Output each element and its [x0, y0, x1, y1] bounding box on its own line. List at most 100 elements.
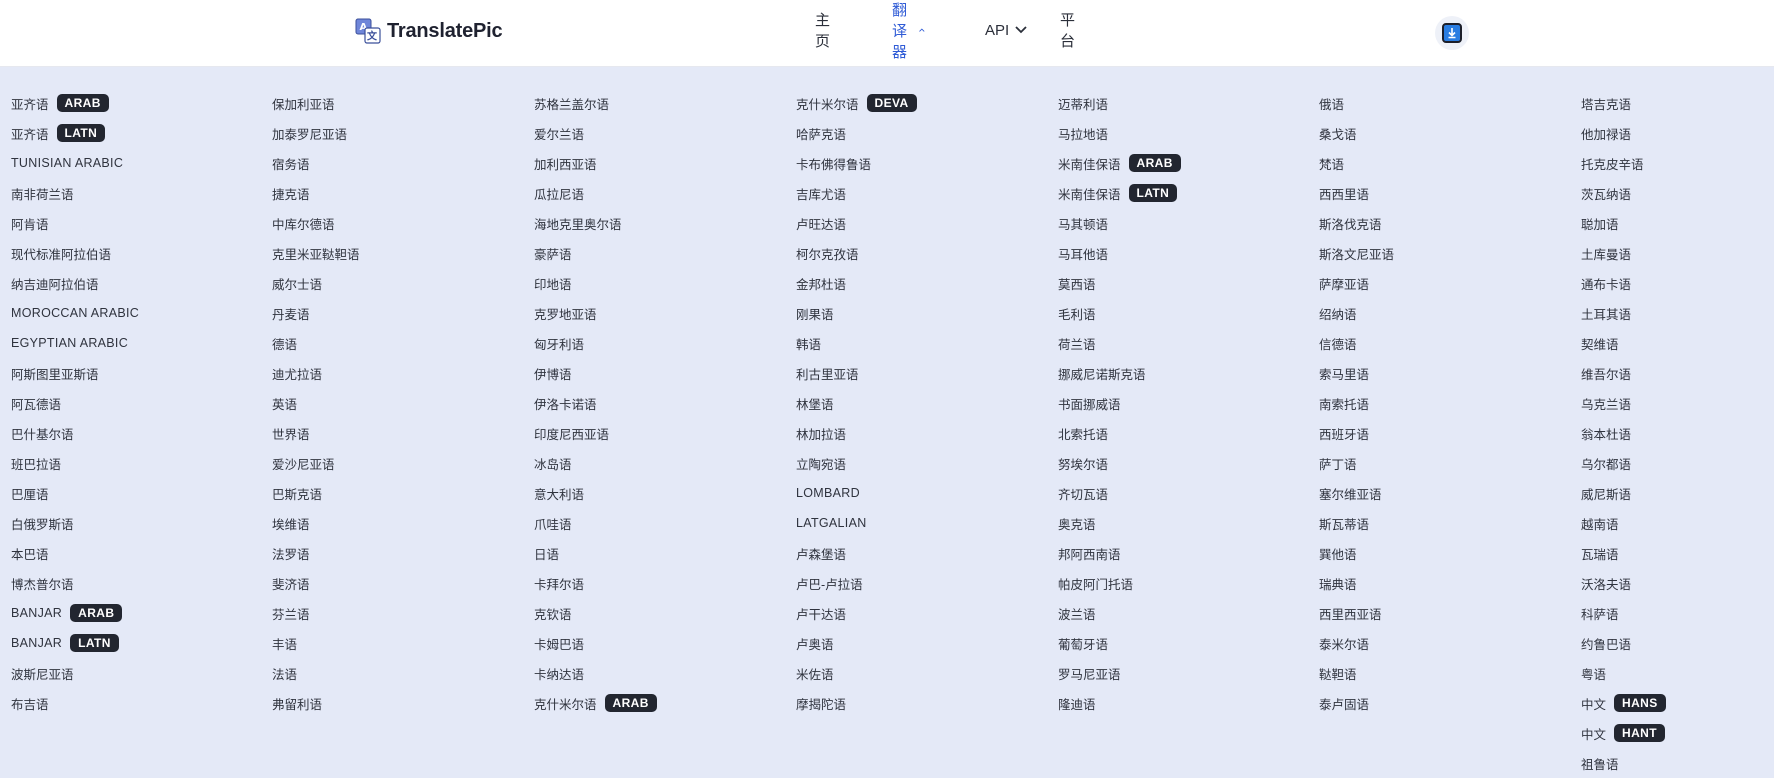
language-option[interactable]: 卡姆巴语	[534, 628, 657, 658]
language-option[interactable]: 萨丁语	[1319, 448, 1394, 478]
language-option[interactable]: 绍纳语	[1319, 298, 1394, 328]
language-option[interactable]: 斯洛伐克语	[1319, 208, 1394, 238]
language-option[interactable]: 卡布佛得鲁语	[796, 148, 917, 178]
language-option[interactable]: 加泰罗尼亚语	[272, 118, 360, 148]
language-option[interactable]: 努埃尔语	[1058, 448, 1181, 478]
language-option[interactable]: 塔吉克语	[1581, 88, 1666, 118]
nav-home[interactable]: 主页	[815, 9, 830, 51]
language-option[interactable]: 维吾尔语	[1581, 358, 1666, 388]
language-option[interactable]: 契维语	[1581, 328, 1666, 358]
language-option[interactable]: 克里米亚鞑靼语	[272, 238, 360, 268]
language-option[interactable]: 宿务语	[272, 148, 360, 178]
language-option[interactable]: 马拉地语	[1058, 118, 1181, 148]
language-option[interactable]: 英语	[272, 388, 360, 418]
language-option[interactable]: 白俄罗斯语	[11, 508, 139, 538]
language-option[interactable]: 信德语	[1319, 328, 1394, 358]
language-option[interactable]: 西里西亚语	[1319, 598, 1394, 628]
language-option[interactable]: 丹麦语	[272, 298, 360, 328]
language-option[interactable]: 翁本杜语	[1581, 418, 1666, 448]
language-option[interactable]: 俄语	[1319, 88, 1394, 118]
language-option[interactable]: 纳吉迪阿拉伯语	[11, 268, 139, 298]
language-option[interactable]: 布吉语	[11, 688, 139, 718]
language-option[interactable]: 法语	[272, 658, 360, 688]
language-option[interactable]: 卢巴-卢拉语	[796, 568, 917, 598]
language-option[interactable]: 爪哇语	[534, 508, 657, 538]
language-option[interactable]: 荷兰语	[1058, 328, 1181, 358]
language-option[interactable]: 本巴语	[11, 538, 139, 568]
language-option[interactable]: 匈牙利语	[534, 328, 657, 358]
language-option[interactable]: 邦阿西南语	[1058, 538, 1181, 568]
language-option[interactable]: 中库尔德语	[272, 208, 360, 238]
language-option[interactable]: 林堡语	[796, 388, 917, 418]
language-option[interactable]: 加利西亚语	[534, 148, 657, 178]
language-option[interactable]: 现代标准阿拉伯语	[11, 238, 139, 268]
language-option[interactable]: 刚果语	[796, 298, 917, 328]
language-option[interactable]: 法罗语	[272, 538, 360, 568]
language-option[interactable]: 立陶宛语	[796, 448, 917, 478]
language-option[interactable]: 南索托语	[1319, 388, 1394, 418]
language-option[interactable]: 保加利亚语	[272, 88, 360, 118]
language-option[interactable]: 林加拉语	[796, 418, 917, 448]
nav-platform[interactable]: 平台	[1060, 9, 1075, 51]
language-option[interactable]: 乌克兰语	[1581, 388, 1666, 418]
language-option[interactable]: 日语	[534, 538, 657, 568]
language-option[interactable]: 威尼斯语	[1581, 478, 1666, 508]
language-option[interactable]: 爱尔兰语	[534, 118, 657, 148]
language-option[interactable]: 米南佳保语 LATN	[1058, 178, 1181, 208]
language-option[interactable]: 印度尼西亚语	[534, 418, 657, 448]
language-option[interactable]: 伊博语	[534, 358, 657, 388]
language-option[interactable]: 梵语	[1319, 148, 1394, 178]
language-option[interactable]: 埃维语	[272, 508, 360, 538]
language-option[interactable]: 北索托语	[1058, 418, 1181, 448]
language-option[interactable]: 芬兰语	[272, 598, 360, 628]
language-option[interactable]: 南非荷兰语	[11, 178, 139, 208]
language-option[interactable]: 吉库尤语	[796, 178, 917, 208]
language-option[interactable]: 柯尔克孜语	[796, 238, 917, 268]
language-option[interactable]: 威尔士语	[272, 268, 360, 298]
language-option[interactable]: 挪威尼诺斯克语	[1058, 358, 1181, 388]
language-option[interactable]: 金邦杜语	[796, 268, 917, 298]
language-option[interactable]: Banjar LATN	[11, 628, 139, 658]
nav-api[interactable]: API	[985, 22, 1027, 39]
language-option[interactable]: 泰卢固语	[1319, 688, 1394, 718]
language-option[interactable]: Lombard	[796, 478, 917, 508]
language-option[interactable]: 泰米尔语	[1319, 628, 1394, 658]
language-option[interactable]: 土库曼语	[1581, 238, 1666, 268]
language-option[interactable]: 阿瓦德语	[11, 388, 139, 418]
language-option[interactable]: 德语	[272, 328, 360, 358]
language-option[interactable]: 卢干达语	[796, 598, 917, 628]
language-option[interactable]: 鞑靼语	[1319, 658, 1394, 688]
language-option[interactable]: 帕皮阿门托语	[1058, 568, 1181, 598]
language-option[interactable]: 卡拜尔语	[534, 568, 657, 598]
language-option[interactable]: 豪萨语	[534, 238, 657, 268]
language-option[interactable]: 托克皮辛语	[1581, 148, 1666, 178]
language-option[interactable]: 齐切瓦语	[1058, 478, 1181, 508]
language-option[interactable]: 弗留利语	[272, 688, 360, 718]
language-option[interactable]: 葡萄牙语	[1058, 628, 1181, 658]
language-option[interactable]: 粤语	[1581, 658, 1666, 688]
language-option[interactable]: 书面挪威语	[1058, 388, 1181, 418]
download-button[interactable]	[1435, 16, 1469, 50]
language-option[interactable]: 莫西语	[1058, 268, 1181, 298]
language-option[interactable]: 波兰语	[1058, 598, 1181, 628]
language-option[interactable]: 斯洛文尼亚语	[1319, 238, 1394, 268]
language-option[interactable]: Banjar ARAB	[11, 598, 139, 628]
language-option[interactable]: 摩揭陀语	[796, 688, 917, 718]
language-option[interactable]: 博杰普尔语	[11, 568, 139, 598]
language-option[interactable]: 巴厘语	[11, 478, 139, 508]
language-option[interactable]: 西班牙语	[1319, 418, 1394, 448]
language-option[interactable]: 瑞典语	[1319, 568, 1394, 598]
language-option[interactable]: 米南佳保语 ARAB	[1058, 148, 1181, 178]
language-option[interactable]: 他加禄语	[1581, 118, 1666, 148]
nav-translator[interactable]: 翻译器	[892, 0, 925, 62]
language-option[interactable]: 桑戈语	[1319, 118, 1394, 148]
language-option[interactable]: 丰语	[272, 628, 360, 658]
language-option[interactable]: 巽他语	[1319, 538, 1394, 568]
language-option[interactable]: 波斯尼亚语	[11, 658, 139, 688]
language-option[interactable]: 科萨语	[1581, 598, 1666, 628]
language-option[interactable]: 克钦语	[534, 598, 657, 628]
language-option[interactable]: 卢旺达语	[796, 208, 917, 238]
language-option[interactable]: 卢森堡语	[796, 538, 917, 568]
language-option[interactable]: 克罗地亚语	[534, 298, 657, 328]
language-option[interactable]: 塞尔维亚语	[1319, 478, 1394, 508]
